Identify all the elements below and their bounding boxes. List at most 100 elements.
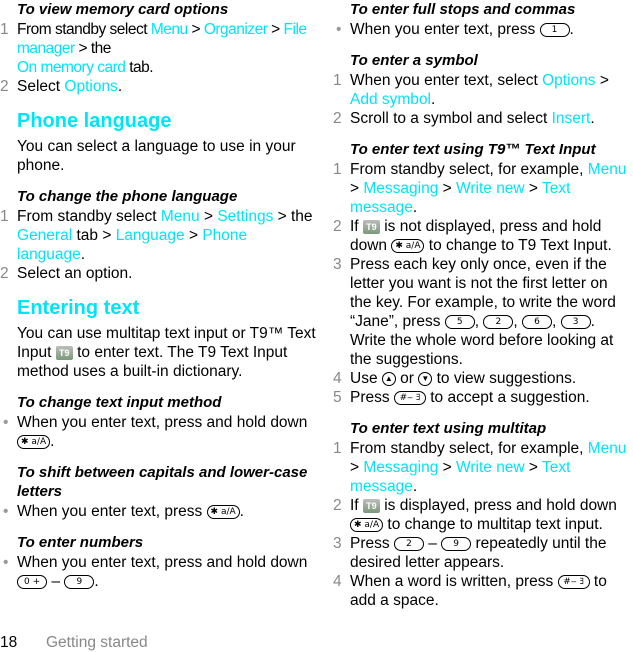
bullet-item: • When you enter text, press and hold dow… (0, 413, 318, 451)
menu-link[interactable]: Menu (161, 208, 200, 225)
step: 5 Press #‒ ﾖ to accept a suggestion. (333, 388, 633, 407)
step-number: 1 (333, 72, 342, 89)
options-link[interactable]: Options (542, 72, 595, 89)
text: – (423, 535, 442, 552)
text: Scroll to a symbol and select (350, 110, 552, 127)
step: 3 Press 2 – 9 repeatedly until the desire… (333, 534, 633, 572)
subheading-memory-card: To view memory card options (17, 1, 229, 18)
bullet-item: • When you enter text, press ✱ a/A. (0, 502, 318, 521)
text: When you enter text, select (350, 72, 543, 89)
insert-link[interactable]: Insert (552, 110, 591, 127)
text: From standby select, for example, (350, 161, 588, 178)
text: . (117, 78, 123, 95)
key-9-icon: 9 (64, 574, 95, 589)
left-column: To view memory card options 1 From standb… (0, 0, 318, 591)
step: 1 From standby select, for example, Menu … (333, 160, 633, 217)
subheading-t9-input: To enter text using T9™ Text Input (350, 141, 596, 158)
step-number: 2 (333, 110, 342, 127)
step: 2 If T9 is not displayed, press and hold … (333, 217, 633, 255)
text: to view suggestions. (432, 370, 577, 387)
step-number: 4 (333, 370, 342, 387)
settings-link[interactable]: Settings (217, 208, 273, 225)
key-2-icon: 2 (483, 314, 514, 329)
subheading-full-stops: To enter full stops and commas (350, 1, 576, 18)
text: to change to T9 Text Input. (424, 237, 612, 254)
key-9-icon: 9 (441, 536, 472, 551)
menu-link[interactable]: Menu (588, 161, 627, 178)
step: 4 When a word is written, press #‒ ﾖ to a… (333, 572, 633, 610)
step-number: 3 (333, 535, 342, 552)
step-number: 2 (0, 78, 9, 95)
text: – (47, 573, 65, 590)
text: Use (350, 370, 382, 387)
step-number: 3 (333, 256, 342, 273)
text: > (187, 21, 204, 38)
text: . (412, 478, 418, 495)
nav-down-icon: ▼ (418, 371, 433, 386)
key-3-icon: 3 (560, 314, 591, 329)
text: Press (350, 389, 394, 406)
text: If (350, 218, 363, 235)
heading-phone-language: Phone language (17, 110, 172, 132)
bullet-icon: • (3, 503, 9, 520)
text: > (350, 459, 364, 476)
key-6-icon: 6 (522, 314, 553, 329)
step: 4 Use ▲ or ▼ to view suggestions. (333, 369, 633, 388)
on-memory-card-link[interactable]: On memory card (17, 59, 126, 76)
subheading-shift-capitals: To shift between capitals and lower-case… (17, 464, 308, 500)
general-link[interactable]: General (17, 227, 72, 244)
text: . (80, 246, 86, 263)
step-number: 1 (0, 21, 9, 38)
right-column: To enter full stops and commas • When you… (333, 0, 633, 610)
text: , (513, 313, 523, 330)
step-number: 2 (333, 218, 342, 235)
text: > (524, 459, 543, 476)
key-1-icon: 1 (539, 22, 570, 37)
text: Select an option. (17, 265, 133, 282)
text: > (524, 180, 543, 197)
text: From standby select (17, 208, 161, 225)
text: . (569, 21, 574, 38)
text: , (552, 313, 561, 330)
language-link[interactable]: Language (116, 227, 185, 244)
text: > (267, 21, 284, 38)
step-number: 2 (333, 497, 342, 514)
text: to change to multitap text input. (383, 516, 603, 533)
step: 1 From standby select Menu > Organizer > … (0, 20, 318, 77)
write-new-link[interactable]: Write new (456, 180, 525, 197)
write-new-link[interactable]: Write new (456, 459, 525, 476)
key-2-icon: 2 (393, 536, 424, 551)
text: . (412, 199, 418, 216)
page-footer: 18 Getting started (0, 633, 148, 652)
text: . (239, 503, 244, 520)
messaging-link[interactable]: Messaging (363, 180, 438, 197)
messaging-link[interactable]: Messaging (363, 459, 438, 476)
text: or (395, 370, 419, 387)
step-number: 1 (333, 161, 342, 178)
step: 2 If T9 is displayed, press and hold down… (333, 496, 633, 534)
text: If (350, 497, 363, 514)
bullet-item: • When you enter text, press and hold dow… (0, 553, 318, 591)
step: 1 From standby select, for example, Menu … (333, 439, 633, 496)
add-symbol-link[interactable]: Add symbol (350, 91, 431, 108)
text: From standby select, for example, (350, 440, 588, 457)
organizer-link[interactable]: Organizer (204, 21, 268, 38)
options-link[interactable]: Options (64, 78, 117, 95)
subheading-enter-numbers: To enter numbers (17, 534, 144, 551)
menu-link[interactable]: Menu (588, 440, 627, 457)
star-key-icon: ✱ a/A (350, 517, 384, 532)
text: Press (350, 535, 394, 552)
step: 1 When you enter text, select Options > A… (333, 71, 633, 109)
t9-icon: T9 (362, 498, 380, 513)
text: tab > (72, 227, 116, 244)
menu-link[interactable]: Menu (151, 21, 188, 38)
subheading-symbol: To enter a symbol (350, 52, 478, 69)
subheading-multitap: To enter text using multitap (350, 420, 547, 437)
step-number: 1 (333, 440, 342, 457)
heading-entering-text: Entering text (17, 297, 140, 319)
page-number: 18 (0, 634, 18, 651)
text: . (94, 573, 99, 590)
paragraph-phone-language: You can select a language to use in your… (17, 138, 296, 174)
